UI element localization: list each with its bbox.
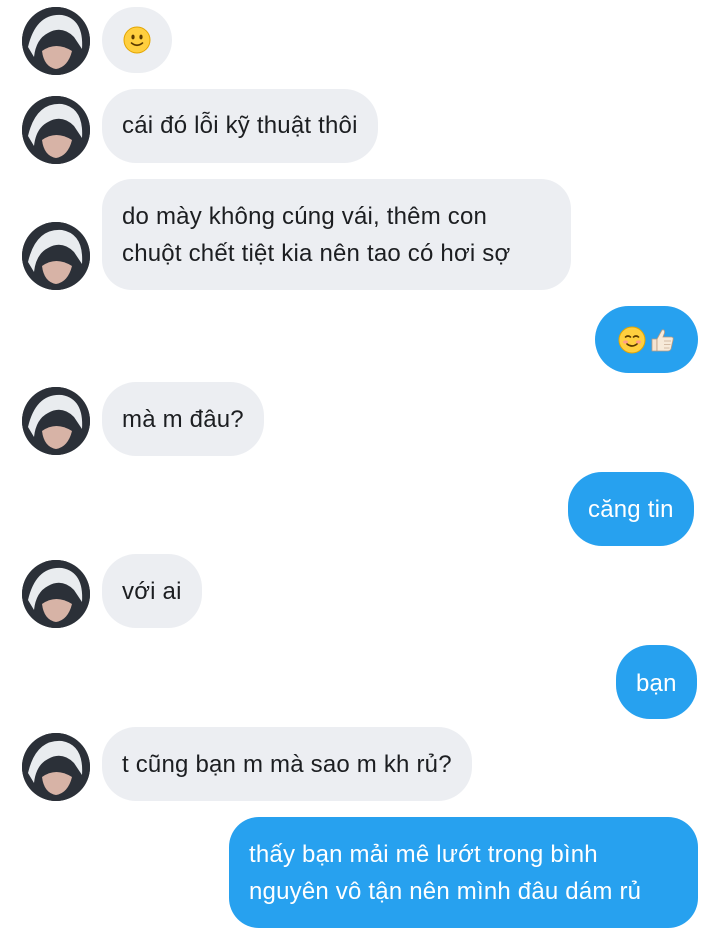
contact-avatar[interactable] <box>22 387 90 455</box>
message-bubble-incoming[interactable]: mà m đâu? <box>102 382 264 456</box>
message-text: t cũng bạn m mà sao m kh rủ? <box>122 751 452 778</box>
contact-avatar[interactable] <box>22 733 90 801</box>
message-text: cái đó lỗi kỹ thuật thôi <box>122 112 358 139</box>
message-bubble-outgoing[interactable] <box>595 306 698 373</box>
message-bubble-incoming[interactable] <box>102 7 172 73</box>
message-bubble-incoming[interactable]: do mày không cúng vái, thêm con chuột ch… <box>102 179 571 290</box>
message-text: mà m đâu? <box>122 406 244 433</box>
thumbs-up-icon <box>648 326 676 354</box>
contact-avatar[interactable] <box>22 222 90 290</box>
message-text-line: do mày không cúng vái, thêm con <box>122 203 488 230</box>
message-bubble-incoming[interactable]: t cũng bạn m mà sao m kh rủ? <box>102 727 472 801</box>
message-text: với ai <box>122 578 182 605</box>
message-text: bạn <box>636 670 677 697</box>
message-text: căng tin <box>588 496 674 523</box>
smiling-face-icon <box>618 326 646 354</box>
contact-avatar[interactable] <box>22 560 90 628</box>
message-text-line: thấy bạn mải mê lướt trong bình <box>249 841 598 868</box>
message-text-line: nguyên vô tận nên mình đâu dám rủ <box>249 878 642 905</box>
message-bubble-incoming[interactable]: cái đó lỗi kỹ thuật thôi <box>102 89 378 163</box>
message-bubble-incoming[interactable]: với ai <box>102 554 202 628</box>
message-bubble-outgoing[interactable]: thấy bạn mải mê lướt trong bình nguyên v… <box>229 817 698 928</box>
message-bubble-outgoing[interactable]: bạn <box>616 645 697 719</box>
slightly-smiling-face-icon <box>123 26 151 54</box>
contact-avatar[interactable] <box>22 96 90 164</box>
contact-avatar[interactable] <box>22 7 90 75</box>
message-text-line: chuột chết tiệt kia nên tao có hơi sợ <box>122 240 511 267</box>
chat-thread: cái đó lỗi kỹ thuật thôi do mày không cú… <box>0 0 720 933</box>
message-bubble-outgoing[interactable]: căng tin <box>568 472 694 546</box>
